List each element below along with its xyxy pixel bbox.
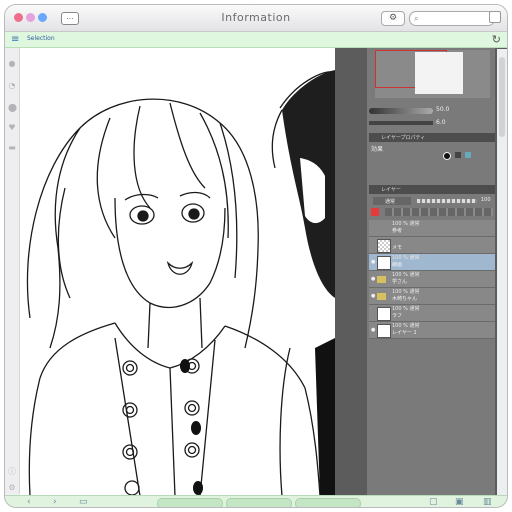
- app-window: … Information ⚙ ⌕ ≡ Selection ↻ ● ◔ ⬤ ♥ …: [4, 4, 508, 508]
- segment-button-1[interactable]: [157, 498, 223, 507]
- layer-name: 参考: [392, 228, 403, 234]
- layer-meta: 100 % 通常: [392, 306, 420, 312]
- vertical-scrollbar[interactable]: [497, 49, 507, 496]
- layer-name: メモ: [392, 245, 403, 251]
- folder-icon: [377, 293, 386, 300]
- selection-label[interactable]: Selection: [27, 35, 55, 42]
- layer-row[interactable]: 100 % 通常 参考: [369, 220, 495, 237]
- navigator-thumbnail: [415, 52, 463, 94]
- heart-icon[interactable]: ♥: [8, 124, 16, 132]
- artwork-canvas[interactable]: [20, 48, 335, 496]
- brush-size-value: 50.0: [436, 106, 450, 113]
- navigator[interactable]: [375, 50, 490, 98]
- effect-color-icon[interactable]: [465, 152, 471, 158]
- layer-row[interactable]: ● 100 % 通常 木崎ちゃん: [369, 288, 495, 305]
- photo-icon[interactable]: ▣: [455, 498, 464, 507]
- layer-toolbar[interactable]: [385, 208, 493, 216]
- manga-illustration: [26, 70, 335, 496]
- layer-thumbnail: [377, 307, 391, 321]
- list-icon[interactable]: ▬: [8, 144, 16, 152]
- search-icon: ⌕: [414, 14, 419, 23]
- brush-opacity-slider[interactable]: [369, 121, 433, 125]
- layer-row[interactable]: メモ: [369, 237, 495, 254]
- layer-tab[interactable]: レイヤー: [369, 185, 495, 194]
- window-icon[interactable]: ▭: [79, 498, 88, 507]
- left-sidebar: ● ◔ ⬤ ♥ ▬ ⓘ ⚙: [5, 48, 20, 494]
- menu-icon[interactable]: ≡: [11, 35, 19, 45]
- layer-thumbnail: [377, 324, 391, 338]
- blend-mode-select[interactable]: 通常: [373, 197, 411, 205]
- layer-meta: 100 % 通常: [392, 323, 420, 329]
- layer-thumbnail: [377, 239, 391, 253]
- eye-icon[interactable]: ●: [371, 259, 375, 265]
- layer-row[interactable]: ● 100 % 通常 学さん: [369, 271, 495, 288]
- eye-icon[interactable]: ●: [371, 276, 375, 282]
- layer-opacity-slider[interactable]: [417, 199, 477, 203]
- layer-row[interactable]: ● 100 % 通常 レイヤー 1: [369, 322, 495, 339]
- layer-name: レイヤー 1: [392, 330, 417, 336]
- back-arrow-icon[interactable]: ‹: [27, 498, 31, 507]
- layer-thumbnail: [377, 256, 391, 270]
- layer-meta: 100 % 通常: [392, 255, 420, 261]
- selection-toolbar: ≡ Selection ↻: [5, 32, 507, 48]
- eye-icon[interactable]: ●: [371, 327, 375, 333]
- brush-opacity-value: 6.0: [436, 119, 446, 126]
- location-icon[interactable]: ⬤: [8, 104, 17, 112]
- layer-row-selected[interactable]: ● 100 % 通常 線画: [369, 254, 495, 271]
- gear-icon: ⚙: [388, 13, 398, 23]
- info-icon[interactable]: ⓘ: [8, 468, 16, 476]
- layer-meta: 100 % 通常: [392, 221, 420, 227]
- settings-icon[interactable]: ⚙: [8, 484, 16, 492]
- search-field[interactable]: ⌕: [409, 11, 495, 26]
- bottom-toolbar: ‹ › ▭ ▢ ▣ ▥: [5, 495, 507, 507]
- fullscreen-button[interactable]: [489, 11, 501, 23]
- folder-icon: [377, 222, 389, 234]
- gear-button[interactable]: ⚙: [381, 11, 405, 26]
- blend-mode-value: 通常: [385, 199, 396, 205]
- person-icon[interactable]: ●: [8, 60, 16, 68]
- layer-opacity-value: 100: [481, 197, 491, 203]
- layer-property-label: レイヤープロパティ: [381, 135, 426, 141]
- scrollbar-thumb[interactable]: [499, 57, 505, 137]
- layer-name: 木崎ちゃん: [392, 296, 418, 302]
- segment-button-2[interactable]: [226, 498, 292, 507]
- trash-icon[interactable]: ▥: [483, 498, 492, 507]
- layer-meta: 100 % 通常: [392, 289, 420, 295]
- lock-icon[interactable]: ▢: [429, 498, 438, 507]
- refresh-icon[interactable]: ↻: [492, 33, 501, 46]
- layer-color-swatch[interactable]: [371, 208, 379, 216]
- layer-meta: 100 % 通常: [392, 272, 420, 278]
- layer-property-tab[interactable]: レイヤープロパティ: [369, 133, 495, 142]
- brush-size-slider[interactable]: [369, 108, 433, 114]
- effect-pattern-icon[interactable]: [455, 152, 461, 158]
- forward-arrow-icon[interactable]: ›: [53, 498, 57, 507]
- eye-icon[interactable]: ●: [371, 293, 375, 299]
- layer-name: 学さん: [392, 279, 408, 285]
- folder-icon: [377, 276, 386, 283]
- layer-row[interactable]: 100 % 通常 ラフ: [369, 305, 495, 322]
- segment-button-3[interactable]: [295, 498, 361, 507]
- tool-panel: 50.0 6.0 レイヤープロパティ 効果 レイヤー 通常 100 100 % …: [335, 48, 507, 496]
- effect-label: 効果: [371, 146, 384, 153]
- layer-name: 線画: [392, 262, 403, 268]
- layer-name: ラフ: [392, 313, 403, 319]
- effect-circle-icon[interactable]: [443, 152, 451, 160]
- title-bar: … Information ⚙ ⌕: [5, 5, 507, 32]
- clock-icon[interactable]: ◔: [8, 82, 16, 90]
- layer-tab-label: レイヤー: [381, 187, 401, 193]
